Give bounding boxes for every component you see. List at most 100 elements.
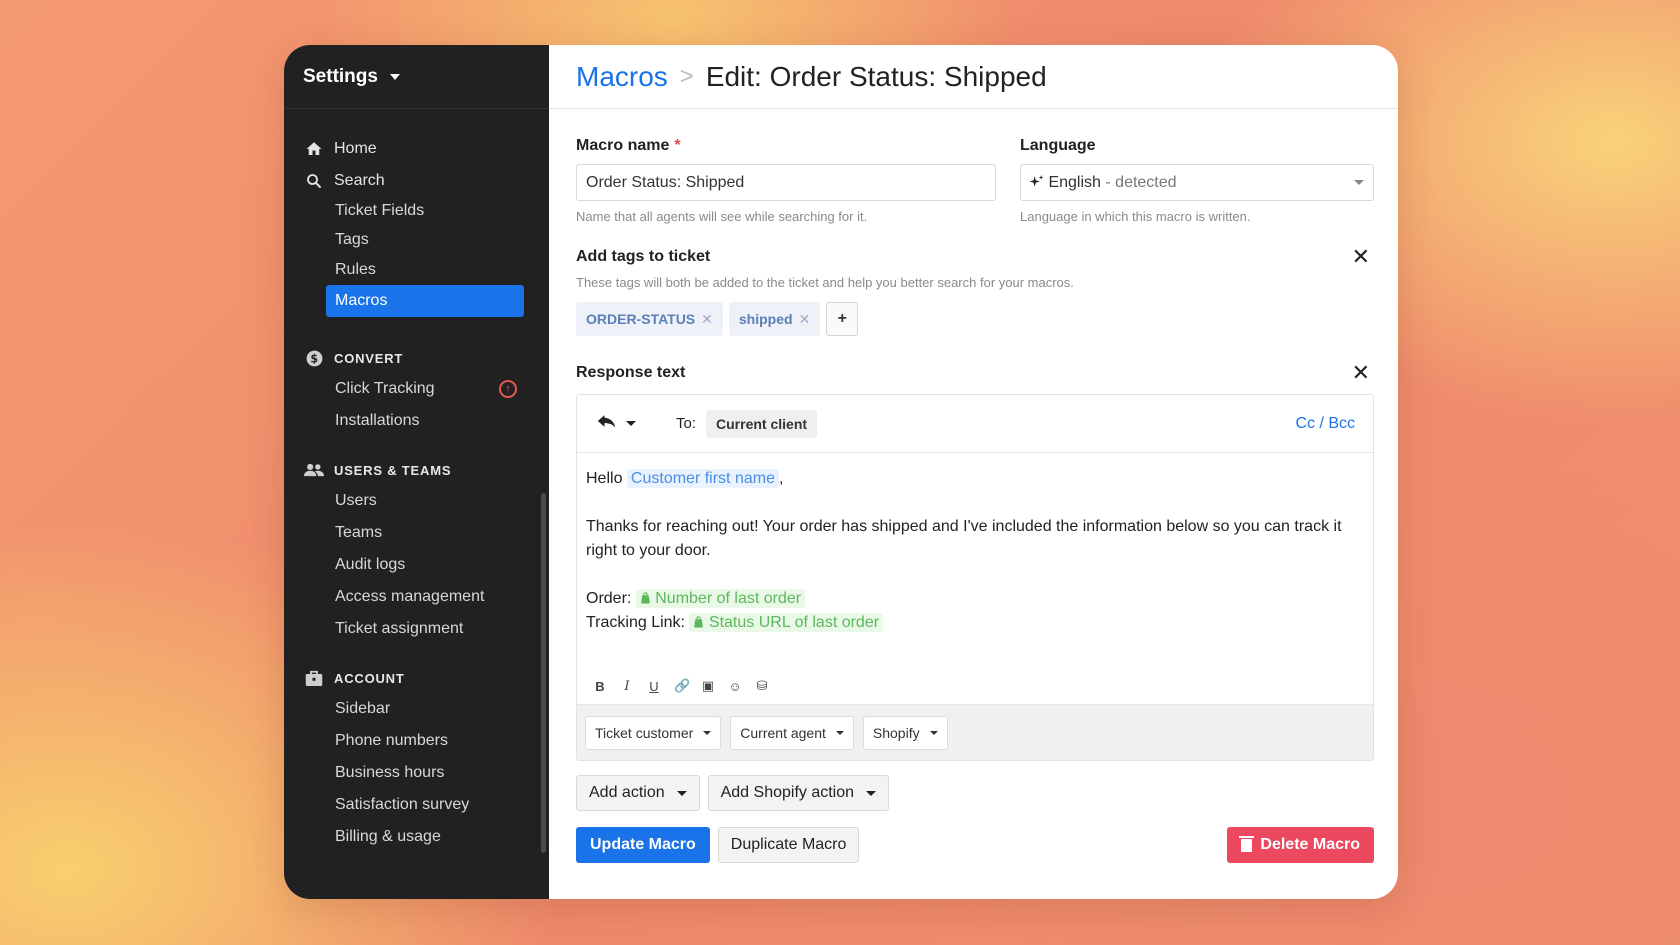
add-tag-button[interactable]: + [826, 302, 859, 336]
bold-button[interactable]: B [593, 679, 607, 694]
sidebar-item-users[interactable]: Users [284, 485, 549, 517]
tags-section-header: Add tags to ticket ✕ [576, 246, 1374, 268]
order-line: Order: Number of last order [586, 587, 1364, 611]
underline-button[interactable]: U [647, 679, 661, 694]
sidebar-item-access-management[interactable]: Access management [284, 581, 549, 613]
greeting-line: Hello Customer first name, [586, 467, 1364, 491]
chevron-down-icon [1354, 180, 1364, 185]
trash-icon [1239, 835, 1255, 852]
sidebar-item-ticket-assignment[interactable]: Ticket assignment [284, 613, 549, 645]
breadcrumb: Macros > Edit: Order Status: Shipped [549, 45, 1398, 109]
tag-chip[interactable]: ORDER-STATUS ✕ [576, 302, 723, 336]
section-label: USERS & TEAMS [334, 462, 452, 478]
add-action-button[interactable]: Add action [576, 775, 700, 811]
language-group: Language English - detected Language in … [1020, 137, 1374, 224]
sidebar-item-audit-logs[interactable]: Audit logs [284, 549, 549, 581]
language-select[interactable]: English - detected [1020, 164, 1374, 201]
tracking-url-variable[interactable]: Status URL of last order [689, 613, 884, 632]
shopify-icon [640, 592, 650, 604]
shopify-dropdown[interactable]: Shopify [862, 715, 948, 750]
app-window: Settings Home Search Ticket Fields Tags … [284, 45, 1398, 899]
sidebar-item-business-hours[interactable]: Business hours [284, 757, 549, 789]
breadcrumb-macros-link[interactable]: Macros [576, 61, 668, 93]
tag-label: shipped [738, 311, 793, 327]
image-icon[interactable]: ▣ [701, 678, 715, 694]
update-macro-button[interactable]: Update Macro [576, 827, 710, 863]
customer-first-name-variable[interactable]: Customer first name [626, 469, 779, 488]
svg-text:$: $ [310, 352, 318, 365]
sidebar-item-ticket-fields[interactable]: Ticket Fields [284, 197, 549, 225]
last-order-number-variable[interactable]: Number of last order [635, 589, 806, 608]
sidebar-item-search[interactable]: Search [284, 165, 549, 197]
sidebar-item-label: Home [334, 140, 377, 157]
emoji-icon[interactable]: ☺ [728, 679, 742, 694]
dropdown-label: Current agent [740, 724, 826, 741]
macro-name-group: Macro name * Order Status: Shipped Name … [576, 137, 996, 224]
ticket-customer-dropdown[interactable]: Ticket customer [585, 715, 722, 750]
sidebar-item-rules[interactable]: Rules [284, 255, 549, 285]
sidebar-item-phone-numbers[interactable]: Phone numbers [284, 725, 549, 757]
sidebar-item-tags[interactable]: Tags [284, 225, 549, 255]
sidebar-header[interactable]: Settings [284, 45, 549, 109]
italic-button[interactable]: I [620, 679, 634, 694]
duplicate-macro-button[interactable]: Duplicate Macro [717, 827, 860, 863]
users-icon [304, 460, 324, 480]
format-toolbar: B I U 🔗 ▣ ☺ ⛁ [577, 678, 1373, 704]
remove-tag-icon[interactable]: ✕ [701, 311, 713, 328]
sidebar-nav: Home Search Ticket Fields Tags Rules Mac… [284, 109, 549, 853]
language-hint: Language in which this macro is written. [1020, 209, 1251, 224]
section-label: ACCOUNT [334, 670, 405, 686]
sidebar-item-home[interactable]: Home [284, 133, 549, 165]
macro-name-input[interactable]: Order Status: Shipped [576, 164, 996, 201]
editor-body[interactable]: Hello Customer first name, Thanks for re… [577, 453, 1373, 678]
sidebar-item-installations[interactable]: Installations [284, 405, 549, 437]
sidebar-scrollbar[interactable] [541, 493, 546, 853]
tags-hint: These tags will both be added to the tic… [576, 275, 1074, 290]
home-icon [304, 139, 324, 159]
page-title: Edit: Order Status: Shipped [705, 60, 1047, 92]
sidebar-item-label: Search [334, 172, 385, 189]
close-icon[interactable]: ✕ [1352, 362, 1370, 384]
button-label: Add Shopify action [720, 784, 855, 801]
reply-icon[interactable] [597, 413, 617, 434]
sidebar-item-sidebar[interactable]: Sidebar [284, 693, 549, 725]
button-label: Add action [589, 784, 665, 801]
response-section-header: Response text ✕ [576, 362, 1374, 384]
recipient-chip[interactable]: Current client [706, 409, 818, 438]
order-label: Order: [586, 590, 632, 607]
sidebar-item-macros[interactable]: Macros [326, 285, 524, 317]
tag-list: ORDER-STATUS ✕ shipped ✕ + [576, 302, 1374, 336]
search-icon [304, 171, 324, 191]
chevron-down-icon [389, 73, 400, 80]
greeting-text: Hello [586, 470, 623, 487]
delete-macro-button[interactable]: Delete Macro [1227, 827, 1374, 863]
tag-chip[interactable]: shipped ✕ [728, 302, 821, 336]
add-shopify-action-button[interactable]: Add Shopify action [707, 775, 890, 811]
sidebar-section-account: ACCOUNT [284, 663, 549, 693]
language-value: English - detected [1029, 173, 1177, 192]
sidebar-item-teams[interactable]: Teams [284, 517, 549, 549]
body-text: Thanks for reaching out! Your order has … [586, 518, 1342, 559]
section-label: CONVERT [334, 350, 404, 366]
chevron-down-icon[interactable] [626, 421, 636, 426]
action-buttons-row: Add action Add Shopify action [576, 775, 1374, 811]
link-icon[interactable]: 🔗 [674, 678, 690, 694]
dollar-icon: $ [304, 348, 324, 368]
sidebar-item-satisfaction-survey[interactable]: Satisfaction survey [284, 789, 549, 821]
language-detected: - detected [1105, 173, 1177, 191]
cc-bcc-link[interactable]: Cc / Bcc [1295, 415, 1355, 433]
sidebar-item-click-tracking[interactable]: Click Tracking ↑ [284, 373, 549, 405]
current-agent-dropdown[interactable]: Current agent [730, 715, 854, 750]
dropdown-label: Shopify [872, 724, 920, 741]
chevron-down-icon [929, 730, 938, 735]
sidebar-section-users-teams: USERS & TEAMS [284, 455, 549, 485]
language-label: Language [1020, 137, 1096, 154]
response-editor: To: Current client Cc / Bcc Hello Custom… [576, 394, 1374, 761]
sidebar-item-billing-usage[interactable]: Billing & usage [284, 821, 549, 853]
remove-tag-icon[interactable]: ✕ [799, 311, 811, 328]
required-mark: * [674, 137, 681, 154]
shopify-icon[interactable]: ⛁ [755, 678, 769, 694]
submit-buttons-row: Update Macro Duplicate Macro Delete Macr… [576, 827, 1374, 863]
close-icon[interactable]: ✕ [1352, 246, 1370, 268]
editor-recipients-bar: To: Current client Cc / Bcc [577, 395, 1373, 453]
